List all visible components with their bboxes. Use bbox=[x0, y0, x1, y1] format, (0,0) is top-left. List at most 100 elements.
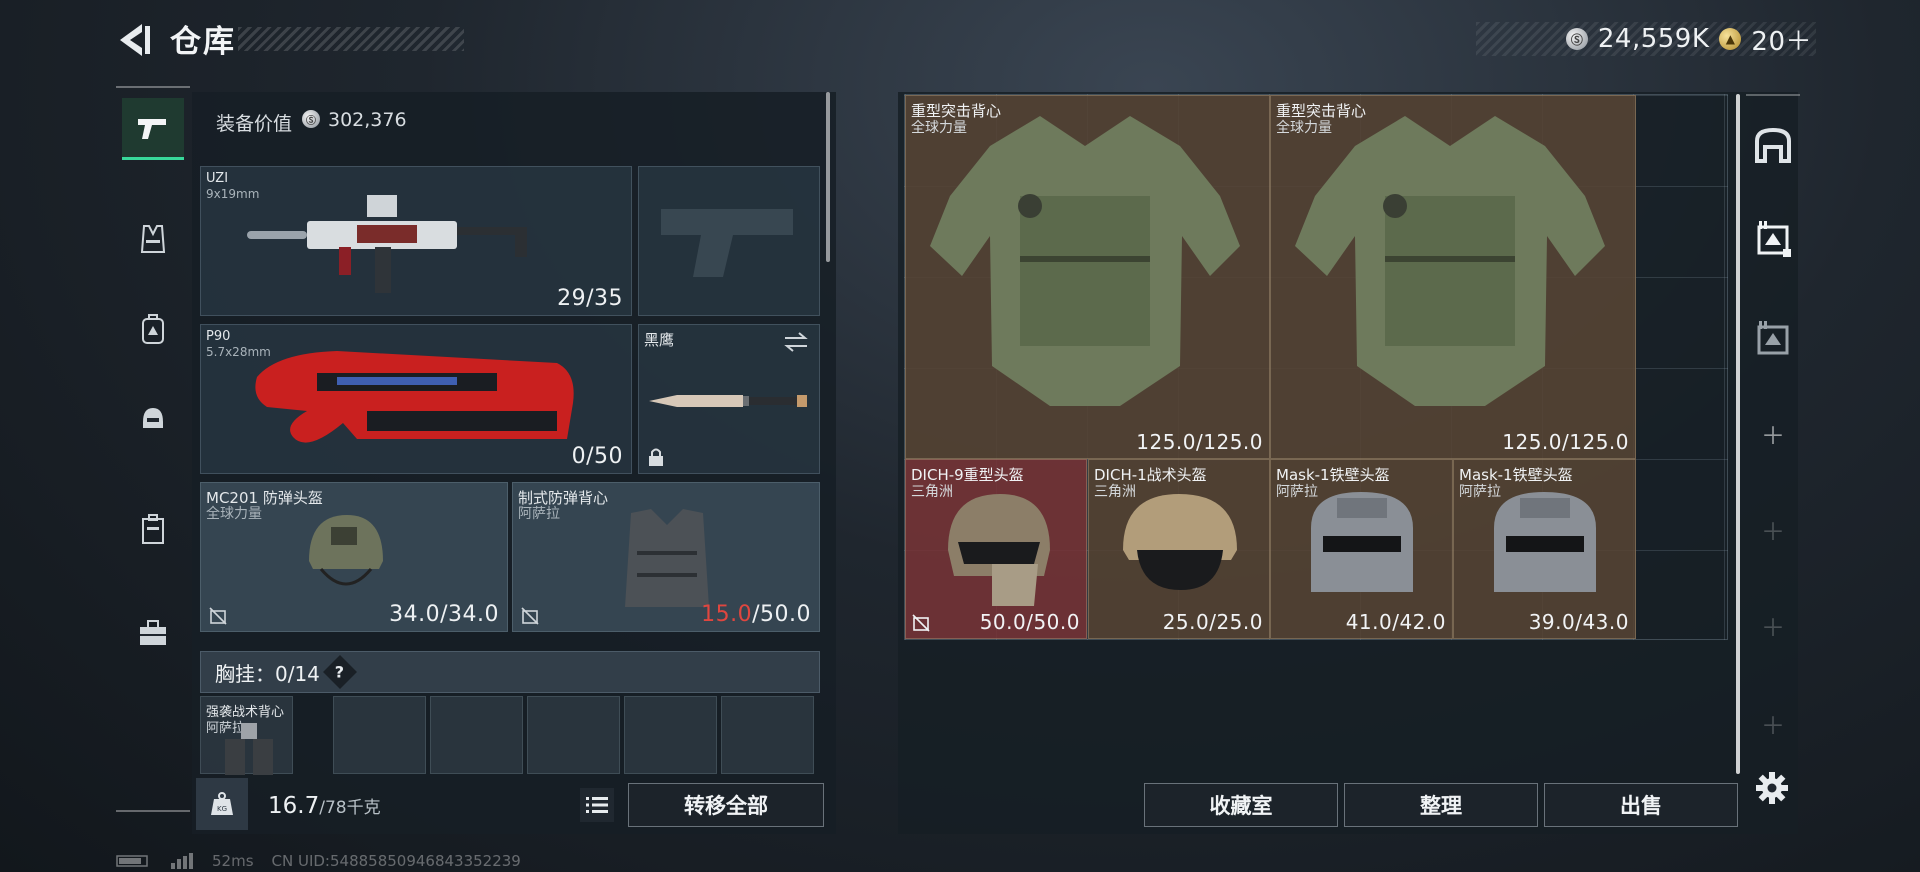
organize-button[interactable]: 整理 bbox=[1344, 783, 1538, 827]
storage-tab-1[interactable] bbox=[1746, 212, 1800, 266]
primary-weapon-slot[interactable]: UZI 9x19mm 29/35 bbox=[200, 166, 632, 316]
rail-tab-vest[interactable] bbox=[122, 208, 184, 270]
add-storage-tab-button[interactable]: ＋ bbox=[1746, 696, 1800, 750]
sidearm-slot-empty[interactable] bbox=[638, 166, 820, 316]
smg-icon bbox=[247, 195, 527, 293]
no-insure-icon bbox=[521, 607, 539, 625]
chest-rig-slot[interactable]: 强袭战术背心 阿萨拉 bbox=[200, 696, 293, 775]
equipment-value: 302,376 bbox=[328, 109, 407, 131]
chest-rig-cell[interactable] bbox=[624, 696, 717, 774]
currency-bar: Ⓢ 24,559K ▲ 20＋ bbox=[1476, 21, 1816, 58]
chest-rig-cell[interactable] bbox=[721, 696, 814, 774]
box-tab-icon bbox=[1757, 221, 1791, 257]
heavy-armor-vest-icon bbox=[930, 116, 1240, 406]
secondary-weapon-slot[interactable]: P90 5.7x28mm 0/50 bbox=[200, 324, 632, 474]
weapon-name: UZI bbox=[206, 171, 229, 186]
rail-tab-case[interactable] bbox=[122, 498, 184, 560]
add-storage-tab-button[interactable]: ＋ bbox=[1746, 502, 1800, 556]
melee-slot[interactable]: 黑鹰 bbox=[638, 324, 820, 474]
item-durability: 125.0/125.0 bbox=[1136, 430, 1263, 454]
collection-room-button[interactable]: 收藏室 bbox=[1144, 783, 1338, 827]
page-title: 仓库 bbox=[170, 24, 236, 60]
storage-scrollbar[interactable] bbox=[1736, 94, 1740, 774]
back-button[interactable] bbox=[112, 18, 156, 62]
gear-icon bbox=[1756, 772, 1788, 804]
case-icon bbox=[142, 514, 164, 544]
status-bar: 52ms CN UID:5488585094684335223​9 bbox=[116, 852, 521, 870]
silver-coin-icon: Ⓢ bbox=[302, 110, 320, 128]
knife-icon bbox=[649, 395, 807, 407]
weight-badge: KG bbox=[196, 778, 248, 830]
swap-icon[interactable] bbox=[783, 331, 809, 353]
vest-icon bbox=[140, 225, 166, 253]
helmet-slot[interactable]: MC201 防弹头盔 全球力量 34.0/34.0 bbox=[200, 482, 508, 632]
no-insure-icon bbox=[912, 614, 930, 632]
heavy-helmet-icon bbox=[948, 494, 1050, 606]
storage-item[interactable]: DICH-9重型头盔 三角洲 50.0/50.0 bbox=[905, 459, 1087, 639]
chest-rig-capacity: 胸挂：0/14 bbox=[215, 661, 320, 686]
rail-tab-helmet[interactable] bbox=[122, 388, 184, 450]
item-durability: 39.0/43.0 bbox=[1528, 610, 1629, 634]
weapon-ammo: 29/35 bbox=[557, 286, 623, 311]
heavy-armor-vest-icon bbox=[1295, 116, 1605, 406]
equipment-value-label: 装备价值 bbox=[216, 113, 293, 135]
combat-helmet-icon bbox=[309, 515, 383, 586]
storage-tab-2[interactable] bbox=[1746, 312, 1800, 366]
svg-text:KG: KG bbox=[217, 805, 227, 813]
sell-button[interactable]: 出售 bbox=[1544, 783, 1738, 827]
storage-item[interactable]: 重型突击背心 全球力量 125.0/125.0 bbox=[905, 95, 1270, 459]
help-button[interactable]: ? bbox=[322, 655, 357, 689]
armor-durability: 15.0/50.0 bbox=[701, 602, 811, 627]
helmet-icon bbox=[143, 408, 163, 428]
category-rail bbox=[116, 86, 190, 812]
tactical-helmet-icon bbox=[1123, 494, 1237, 590]
helmet-faction: 全球力量 bbox=[206, 506, 262, 522]
list-icon bbox=[586, 797, 608, 813]
storage-item[interactable]: DICH-1战术头盔 三角洲 25.0/25.0 bbox=[1088, 459, 1270, 639]
add-storage-tab-button[interactable]: ＋ bbox=[1746, 406, 1800, 460]
armor-vest-icon bbox=[625, 509, 709, 607]
plus-icon: ＋ bbox=[1761, 421, 1785, 450]
storage-item[interactable]: Mask-1铁壁头盔 阿萨拉 41.0/42.0 bbox=[1270, 459, 1453, 639]
add-storage-tab-button[interactable]: ＋ bbox=[1746, 598, 1800, 652]
storage-tab-all[interactable] bbox=[1746, 118, 1800, 172]
weapon-name: P90 bbox=[206, 329, 231, 344]
chest-rig-cell[interactable] bbox=[430, 696, 523, 774]
box-tab-icon bbox=[1757, 321, 1789, 355]
settings-button[interactable] bbox=[1752, 768, 1792, 808]
mask-helmet-icon bbox=[1311, 492, 1413, 592]
silver-balance: 24,559K bbox=[1597, 24, 1710, 54]
pistol-placeholder-icon bbox=[661, 209, 793, 277]
warehouse-icon bbox=[1755, 127, 1791, 163]
backpack-icon bbox=[142, 314, 164, 344]
storage-item[interactable]: Mask-1铁壁头盔 阿萨拉 39.0/43.0 bbox=[1453, 459, 1636, 639]
p90-icon bbox=[255, 351, 574, 443]
helmet-durability: 34.0/34.0 bbox=[389, 602, 499, 627]
gold-token-icon: ▲ bbox=[1719, 28, 1742, 50]
plus-icon: ＋ bbox=[1761, 613, 1785, 642]
equipment-scrollbar[interactable] bbox=[826, 92, 830, 262]
weapon-ammo: 0/50 bbox=[571, 444, 623, 469]
weight-icon: KG bbox=[211, 792, 233, 815]
storage-item[interactable]: 重型突击背心 全球力量 125.0/125.0 bbox=[1270, 95, 1636, 459]
list-view-button[interactable] bbox=[580, 788, 614, 822]
title-decoration bbox=[238, 27, 464, 51]
chest-rig-icon bbox=[225, 723, 273, 775]
gold-balance[interactable]: 20＋ bbox=[1751, 21, 1812, 58]
rail-tab-weapons[interactable] bbox=[122, 98, 184, 160]
chest-rig-header: 胸挂：0/14 ? bbox=[200, 651, 820, 693]
armor-slot[interactable]: 制式防弹背心 阿萨拉 15.0/50.0 bbox=[512, 482, 820, 632]
rail-tab-backpack[interactable] bbox=[122, 298, 184, 360]
player-uid: CN UID:5488585094684335223​9 bbox=[271, 852, 521, 870]
item-durability: 50.0/50.0 bbox=[979, 610, 1080, 634]
item-durability: 125.0/125.0 bbox=[1502, 430, 1629, 454]
transfer-all-button[interactable]: 转移全部 bbox=[628, 783, 824, 827]
battery-icon bbox=[116, 855, 148, 867]
chest-rig-cell[interactable] bbox=[333, 696, 426, 774]
carry-weight: 16.7/78千克 bbox=[268, 793, 381, 819]
toolbox-icon bbox=[140, 620, 166, 645]
chest-rig-cell[interactable] bbox=[527, 696, 620, 774]
rail-tab-toolbox[interactable] bbox=[122, 602, 184, 664]
no-insure-icon bbox=[209, 607, 227, 625]
plus-icon: ＋ bbox=[1761, 711, 1785, 740]
